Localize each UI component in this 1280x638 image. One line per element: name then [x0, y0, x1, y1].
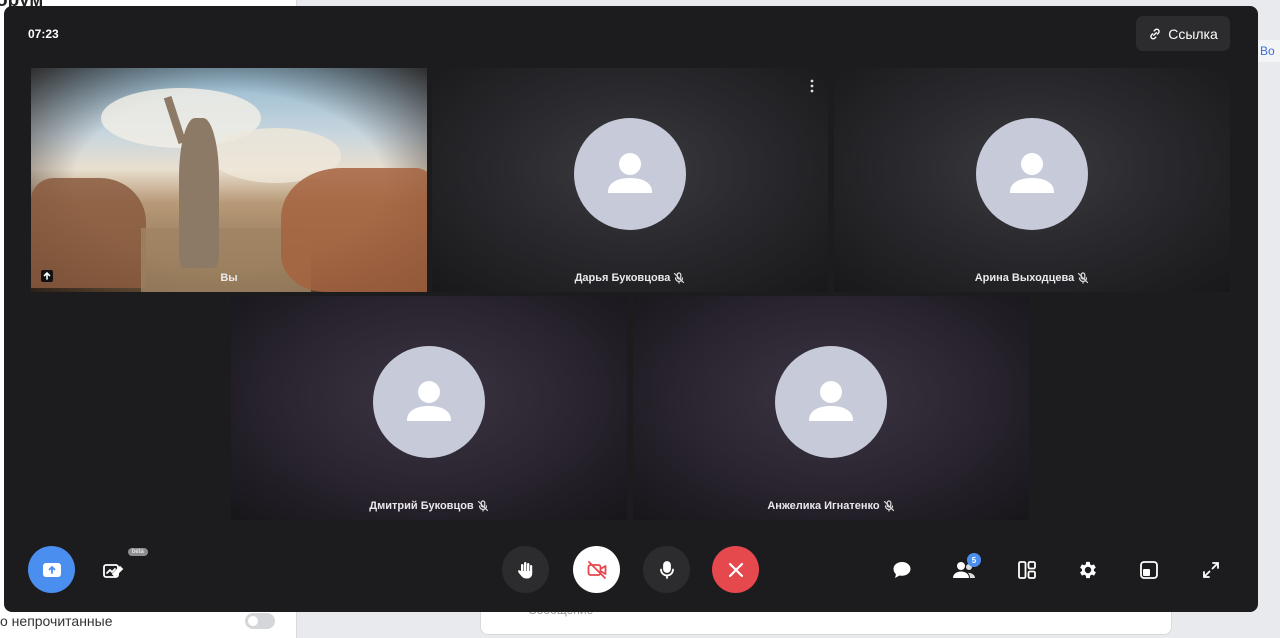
picture-in-picture-icon — [1140, 561, 1158, 579]
settings-button[interactable] — [1073, 555, 1103, 585]
participant-name: Анжелика Игнатенко — [633, 500, 1029, 512]
mic-muted-icon — [674, 272, 685, 284]
chat-button[interactable] — [887, 555, 917, 585]
avatar — [775, 346, 887, 458]
expand-icon — [1203, 562, 1219, 578]
user-icon — [608, 153, 652, 193]
participant-name: Дарья Буковцова — [432, 272, 828, 284]
screen-share-button[interactable] — [28, 546, 75, 593]
gear-icon — [1080, 561, 1096, 579]
user-icon — [407, 381, 451, 421]
avatar — [373, 346, 485, 458]
fullscreen-button[interactable] — [1196, 555, 1226, 585]
video-call-window: 07:23 Ссылка Вы Дарья Буковцова Арина Вы… — [4, 6, 1258, 612]
grid-layout-icon — [1018, 561, 1036, 579]
avatar — [976, 118, 1088, 230]
user-icon — [1010, 153, 1054, 193]
participant-name: Дмитрий Буковцов — [231, 500, 627, 512]
camera-off-icon — [587, 560, 606, 579]
participant-tile[interactable]: Дмитрий Буковцов — [231, 296, 627, 520]
participant-tile-self[interactable]: Вы — [31, 68, 427, 292]
participants-count-badge: 5 — [967, 553, 981, 567]
raise-hand-button[interactable] — [502, 546, 549, 593]
close-icon — [728, 562, 743, 577]
screen-share-icon — [42, 562, 61, 577]
beta-badge: beta — [128, 548, 148, 556]
raise-hand-icon — [517, 561, 532, 578]
copy-link-label: Ссылка — [1168, 25, 1218, 42]
participant-name: Вы — [220, 272, 238, 284]
participant-tile[interactable]: Арина Выходцева — [834, 68, 1230, 292]
microphone-icon — [659, 560, 674, 579]
mic-muted-icon — [1078, 272, 1089, 284]
end-call-button[interactable] — [712, 546, 759, 593]
chat-icon — [893, 562, 911, 578]
participant-name: Арина Выходцева — [834, 272, 1230, 284]
copy-link-button[interactable]: Ссылка — [1136, 16, 1230, 51]
participant-tile[interactable]: Анжелика Игнатенко — [633, 296, 1029, 520]
call-timer: 07:23 — [28, 27, 59, 41]
camera-toggle-button[interactable] — [573, 546, 620, 593]
self-video-feed — [31, 68, 427, 292]
mic-muted-icon — [477, 500, 488, 512]
mic-muted-icon — [883, 500, 894, 512]
link-icon — [1150, 28, 1160, 39]
background-right-text: Во — [1260, 44, 1275, 58]
microphone-button[interactable] — [643, 546, 690, 593]
user-icon — [809, 381, 853, 421]
unread-toggle[interactable] — [245, 613, 275, 629]
whiteboard-button[interactable] — [98, 556, 128, 586]
minimize-window-button[interactable] — [1134, 555, 1164, 585]
more-options-icon[interactable] — [806, 78, 818, 94]
unread-filter-label: о непрочитанные — [0, 613, 113, 629]
participant-tile[interactable]: Дарья Буковцова — [432, 68, 828, 292]
avatar — [574, 118, 686, 230]
whiteboard-icon — [103, 564, 124, 578]
layout-button[interactable] — [1012, 555, 1042, 585]
